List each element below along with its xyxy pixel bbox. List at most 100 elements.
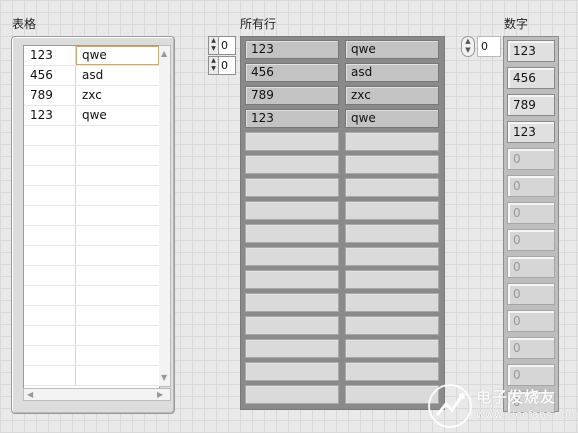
number-cell[interactable]: 789 bbox=[507, 94, 555, 116]
number-cell[interactable]: 123 bbox=[507, 121, 555, 143]
array-cell-empty[interactable] bbox=[345, 339, 439, 358]
table-row[interactable]: 123 qwe bbox=[24, 106, 159, 126]
array-cell[interactable]: 123 bbox=[245, 109, 339, 128]
array-cell-empty[interactable] bbox=[245, 132, 339, 151]
array-cell-empty[interactable] bbox=[245, 178, 339, 197]
array-cell-empty[interactable] bbox=[345, 155, 439, 174]
array-cell[interactable]: qwe bbox=[345, 40, 439, 59]
table-row[interactable]: 789 zxc bbox=[24, 86, 159, 106]
spinner-icon[interactable]: ▲ ▼ bbox=[461, 36, 475, 57]
table-cell[interactable] bbox=[24, 266, 76, 285]
scroll-down-arrow-icon[interactable]: ▼ bbox=[161, 374, 167, 382]
array-cell-empty[interactable] bbox=[345, 201, 439, 220]
array-cell[interactable]: asd bbox=[345, 63, 439, 82]
table-cell[interactable]: 123 bbox=[24, 46, 76, 65]
array-cell-empty[interactable] bbox=[245, 385, 339, 404]
array-cell-empty[interactable] bbox=[345, 224, 439, 243]
table-row-empty[interactable] bbox=[24, 126, 159, 146]
number-cell-empty[interactable]: 0 bbox=[507, 148, 555, 170]
table-cell[interactable] bbox=[24, 286, 76, 305]
array-cell[interactable]: zxc bbox=[345, 86, 439, 105]
table-row-empty[interactable] bbox=[24, 306, 159, 326]
number-cell-empty[interactable]: 0 bbox=[507, 364, 555, 386]
scroll-right-arrow-icon[interactable]: ▶ bbox=[157, 391, 163, 399]
array-cell-empty[interactable] bbox=[245, 316, 339, 335]
table-row-empty[interactable] bbox=[24, 146, 159, 166]
array-cell[interactable]: 456 bbox=[245, 63, 339, 82]
table-row-empty[interactable] bbox=[24, 346, 159, 366]
numbers-array-index[interactable]: ▲ ▼ 0 bbox=[461, 36, 501, 57]
array-cell-empty[interactable] bbox=[345, 385, 439, 404]
table-row-empty[interactable] bbox=[24, 366, 159, 386]
array-cell-empty[interactable] bbox=[345, 293, 439, 312]
number-cell-empty[interactable]: 0 bbox=[507, 202, 555, 224]
table-cell[interactable]: 456 bbox=[24, 66, 76, 85]
array-cell[interactable]: 123 bbox=[245, 40, 339, 59]
scroll-up-arrow-icon[interactable]: ▲ bbox=[161, 50, 167, 58]
table-control[interactable]: 123 qwe 456 asd 789 zxc 123 qwe ▲ ▼ ◀ ▶ bbox=[11, 36, 175, 414]
array-cell-empty[interactable] bbox=[345, 132, 439, 151]
array-cell-empty[interactable] bbox=[245, 155, 339, 174]
number-cell[interactable]: 123 bbox=[507, 40, 555, 62]
array-cell-empty[interactable] bbox=[345, 247, 439, 266]
table-row-empty[interactable] bbox=[24, 246, 159, 266]
array-cell-empty[interactable] bbox=[245, 247, 339, 266]
number-cell-empty[interactable]: 0 bbox=[507, 229, 555, 251]
spinner-icon[interactable]: ▲ ▼ bbox=[209, 57, 219, 74]
table-cell[interactable]: 123 bbox=[24, 106, 76, 125]
number-cell[interactable]: 456 bbox=[507, 67, 555, 89]
table-cell[interactable] bbox=[24, 326, 76, 345]
array-col-index-value[interactable]: 0 bbox=[221, 57, 228, 74]
scroll-left-arrow-icon[interactable]: ◀ bbox=[27, 391, 33, 399]
number-cell-empty[interactable]: 0 bbox=[507, 310, 555, 332]
table-cell[interactable]: zxc bbox=[76, 86, 159, 105]
array-row-index-value[interactable]: 0 bbox=[221, 37, 228, 54]
table-cell[interactable] bbox=[24, 166, 76, 185]
array-cell-empty[interactable] bbox=[245, 201, 339, 220]
table-cell[interactable] bbox=[24, 246, 76, 265]
array-cell[interactable]: 789 bbox=[245, 86, 339, 105]
array-row-index[interactable]: ▲ ▼ 0 bbox=[208, 36, 236, 55]
table-row-empty[interactable] bbox=[24, 166, 159, 186]
vertical-scrollbar[interactable]: ▲ ▼ bbox=[159, 45, 171, 387]
table-row-empty[interactable] bbox=[24, 186, 159, 206]
horizontal-scrollbar[interactable]: ◀ ▶ bbox=[23, 388, 171, 401]
array-cell-empty[interactable] bbox=[345, 270, 439, 289]
number-cell-empty[interactable]: 0 bbox=[507, 175, 555, 197]
table-row[interactable]: 123 qwe bbox=[24, 46, 159, 66]
table-cell[interactable] bbox=[24, 366, 76, 385]
array-cell[interactable]: qwe bbox=[345, 109, 439, 128]
array-cell-empty[interactable] bbox=[245, 362, 339, 381]
array-cell-empty[interactable] bbox=[345, 362, 439, 381]
array-cell-empty[interactable] bbox=[345, 316, 439, 335]
numbers-array[interactable]: 123 456 789 123 0 0 0 0 0 0 0 0 0 0 bbox=[503, 36, 559, 413]
table-cell-selected[interactable]: qwe bbox=[76, 46, 159, 65]
array-cell-empty[interactable] bbox=[245, 224, 339, 243]
numbers-index-value[interactable]: 0 bbox=[477, 36, 501, 57]
table-cell[interactable] bbox=[24, 186, 76, 205]
table-grid[interactable]: 123 qwe 456 asd 789 zxc 123 qwe bbox=[23, 45, 160, 389]
table-row-empty[interactable] bbox=[24, 206, 159, 226]
array-cell-empty[interactable] bbox=[245, 293, 339, 312]
array-cell-empty[interactable] bbox=[345, 178, 439, 197]
table-cell[interactable] bbox=[24, 226, 76, 245]
table-row-empty[interactable] bbox=[24, 226, 159, 246]
table-cell[interactable] bbox=[24, 306, 76, 325]
array-cell-empty[interactable] bbox=[245, 339, 339, 358]
number-cell-empty[interactable]: 0 bbox=[507, 256, 555, 278]
table-cell[interactable] bbox=[24, 146, 76, 165]
table-cell[interactable] bbox=[24, 206, 76, 225]
table-row-empty[interactable] bbox=[24, 286, 159, 306]
table-row-empty[interactable] bbox=[24, 326, 159, 346]
table-cell[interactable] bbox=[24, 126, 76, 145]
number-cell-empty[interactable]: 0 bbox=[507, 283, 555, 305]
table-cell[interactable]: asd bbox=[76, 66, 159, 85]
table-row-empty[interactable] bbox=[24, 266, 159, 286]
table-cell[interactable] bbox=[24, 346, 76, 365]
number-cell-empty[interactable]: 0 bbox=[507, 337, 555, 359]
table-cell[interactable]: qwe bbox=[76, 106, 159, 125]
table-row[interactable]: 456 asd bbox=[24, 66, 159, 86]
array-cell-empty[interactable] bbox=[245, 270, 339, 289]
table-cell[interactable]: 789 bbox=[24, 86, 76, 105]
array-col-index[interactable]: ▲ ▼ 0 bbox=[208, 56, 236, 75]
